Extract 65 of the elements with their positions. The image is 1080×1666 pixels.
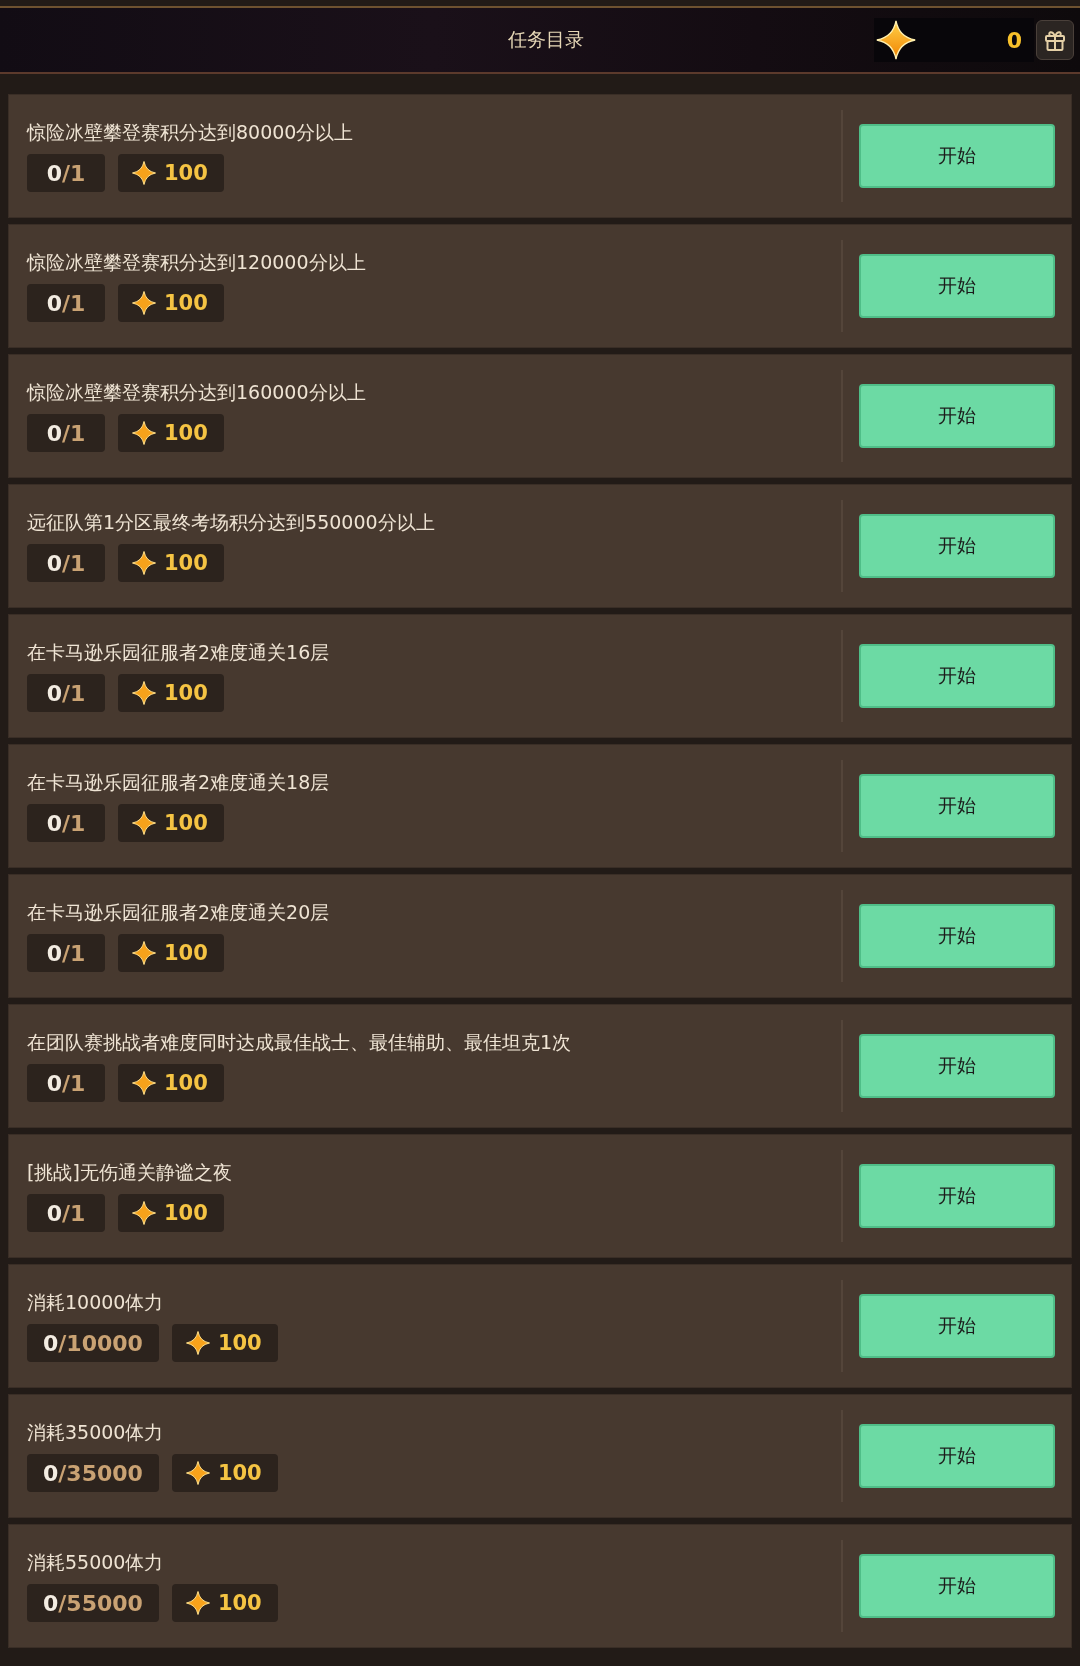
start-button[interactable]: 开始 [859, 774, 1055, 838]
start-button[interactable]: 开始 [859, 1554, 1055, 1618]
star-icon [132, 681, 156, 705]
reward-amount: 100 [164, 1201, 208, 1225]
progress-count: 0/1 [27, 414, 105, 452]
progress-count: 0/1 [27, 544, 105, 582]
star-icon [132, 941, 156, 965]
gift-button[interactable] [1036, 20, 1074, 60]
progress-count: 0/35000 [27, 1454, 159, 1492]
task-title: 在卡马逊乐园征服者2难度通关16层 [27, 640, 331, 664]
start-button[interactable]: 开始 [859, 644, 1055, 708]
progress-count: 0/1 [27, 1194, 105, 1232]
reward-amount: 100 [164, 811, 208, 835]
star-icon [132, 421, 156, 445]
task-title: 消耗10000体力 [27, 1290, 165, 1314]
progress-count: 0/1 [27, 934, 105, 972]
reward-amount: 100 [164, 681, 208, 705]
star-icon [132, 1201, 156, 1225]
task-title: 惊险冰壁攀登赛积分达到80000分以上 [27, 120, 355, 144]
task-title: 消耗35000体力 [27, 1420, 165, 1444]
task-title: 在卡马逊乐园征服者2难度通关20层 [27, 900, 331, 924]
star-icon [132, 551, 156, 575]
start-button[interactable]: 开始 [859, 1164, 1055, 1228]
start-button[interactable]: 开始 [859, 1294, 1055, 1358]
task-title: [挑战]无伤通关静谧之夜 [27, 1160, 233, 1184]
star-icon [132, 1071, 156, 1095]
reward-amount: 100 [164, 421, 208, 445]
star-icon [185, 1331, 210, 1355]
start-button[interactable]: 开始 [859, 1034, 1055, 1098]
progress-count: 0/55000 [27, 1584, 159, 1622]
star-icon [185, 1461, 210, 1485]
task-title: 在卡马逊乐园征服者2难度通关18层 [27, 770, 331, 794]
start-button[interactable]: 开始 [859, 1424, 1055, 1488]
reward-amount: 100 [217, 1591, 262, 1615]
star-icon [132, 161, 156, 185]
progress-count: 0/1 [27, 804, 105, 842]
star-icon [132, 291, 156, 315]
star-icon [876, 20, 916, 60]
reward-amount: 100 [164, 291, 208, 315]
currency-amount: 0 [1006, 27, 1022, 53]
task-title: 消耗55000体力 [27, 1550, 165, 1574]
progress-count: 0/1 [27, 154, 105, 192]
reward-amount: 100 [164, 941, 208, 965]
reward-amount: 100 [217, 1461, 262, 1485]
task-title: 惊险冰壁攀登赛积分达到160000分以上 [27, 380, 367, 404]
gift-icon [1043, 28, 1067, 52]
reward-amount: 100 [164, 1071, 208, 1095]
star-icon [185, 1591, 210, 1615]
task-title: 远征队第1分区最终考场积分达到550000分以上 [27, 510, 436, 534]
start-button[interactable]: 开始 [859, 254, 1055, 318]
progress-count: 0/1 [27, 284, 105, 322]
start-button[interactable]: 开始 [859, 124, 1055, 188]
task-title: 惊险冰壁攀登赛积分达到120000分以上 [27, 250, 367, 274]
progress-count: 0/1 [27, 1064, 105, 1102]
progress-count: 0/10000 [27, 1324, 159, 1362]
reward-amount: 100 [217, 1331, 262, 1355]
start-button[interactable]: 开始 [859, 904, 1055, 968]
start-button[interactable]: 开始 [859, 514, 1055, 578]
start-button[interactable]: 开始 [859, 384, 1055, 448]
progress-count: 0/1 [27, 674, 105, 712]
header-title: 任务目录 [508, 27, 584, 52]
star-icon [132, 811, 156, 835]
task-title: 在团队赛挑战者难度同时达成最佳战士、最佳辅助、最佳坦克1次 [27, 1030, 573, 1054]
reward-amount: 100 [164, 551, 208, 575]
reward-amount: 100 [164, 161, 208, 185]
